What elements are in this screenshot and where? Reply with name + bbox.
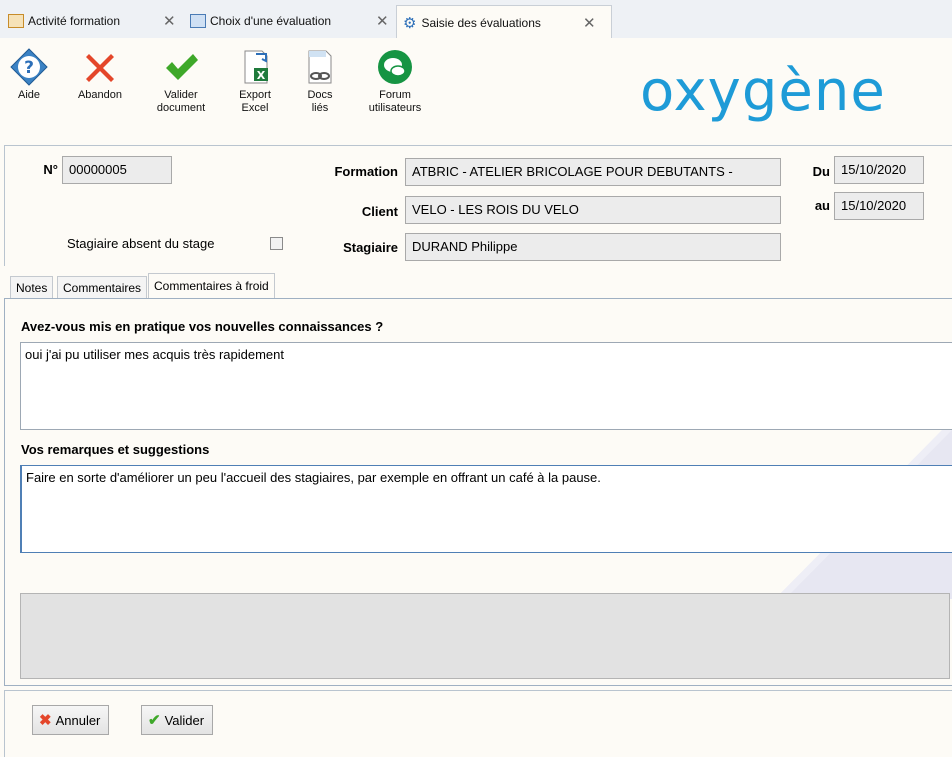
document-tab-bar: Activité formation ✕ Choix d'une évaluat… (0, 0, 952, 39)
svg-text:X: X (257, 69, 266, 82)
training-icon (8, 14, 24, 28)
abort-x-icon (81, 48, 119, 86)
stagiaire-field[interactable]: DURAND Philippe (405, 233, 781, 261)
answer-1-textarea[interactable]: oui j'ai pu utiliser mes acquis très rap… (20, 342, 952, 430)
tab-label: Saisie des évaluations (421, 15, 541, 30)
export-label-1: Export (239, 89, 271, 101)
tab-saisie-evaluations[interactable]: ⚙ Saisie des évaluations ✕ (396, 5, 612, 39)
close-icon[interactable]: ✕ (376, 12, 389, 30)
docs-label-2: liés (311, 102, 329, 114)
client-label: Client (361, 204, 398, 219)
stagiaire-label: Stagiaire (343, 240, 398, 255)
svg-text:?: ? (24, 58, 34, 78)
tab-notes[interactable]: Notes (10, 276, 54, 299)
end-date-field[interactable]: 15/10/2020 (834, 192, 924, 220)
tab-activite-formation[interactable]: Activité formation ✕ (8, 6, 176, 36)
validate-button[interactable]: ✔ Valider (141, 705, 214, 735)
oxygene-logo: oxygène (640, 59, 886, 124)
forum-label-1: Forum (379, 89, 411, 101)
question-2: Vos remarques et suggestions (21, 442, 210, 457)
absent-label: Stagiaire absent du stage (67, 236, 215, 251)
start-date-field[interactable]: 15/10/2020 (834, 156, 924, 184)
tab-label: Activité formation (28, 14, 121, 28)
disabled-area (20, 593, 950, 679)
linked-document-icon (301, 48, 339, 86)
cold-comments-panel: Avez-vous mis en pratique vos nouvelles … (4, 298, 952, 686)
checkmark-icon: ✔ (148, 712, 161, 729)
gears-icon: ⚙ (403, 14, 417, 32)
list-icon (190, 14, 206, 28)
absent-checkbox[interactable] (270, 237, 283, 250)
close-icon[interactable]: ✕ (163, 12, 176, 30)
tab-commentaires[interactable]: Commentaires (57, 276, 148, 299)
abort-label: Abandon (77, 89, 123, 101)
formation-field[interactable]: ATBRIC - ATELIER BRICOLAGE POUR DEBUTANT… (405, 158, 781, 186)
linked-docs-button[interactable]: Docs liés (285, 48, 355, 115)
client-field[interactable]: VELO - LES ROIS DU VELO (405, 196, 781, 224)
abort-button[interactable]: Abandon (65, 48, 135, 102)
au-label: au (814, 198, 830, 213)
export-label-2: Excel (241, 102, 269, 114)
validate-label-2: document (156, 102, 206, 114)
help-button[interactable]: ? Aide (0, 48, 64, 102)
tab-label: Choix d'une évaluation (210, 14, 332, 28)
help-label: Aide (17, 89, 41, 101)
tab-commentaires-a-froid[interactable]: Commentaires à froid (148, 273, 275, 300)
answer-2-textarea[interactable]: Faire en sorte d'améliorer un peu l'accu… (20, 465, 952, 553)
forum-label-2: utilisateurs (368, 102, 422, 114)
cancel-label: Annuler (55, 712, 101, 728)
evaluation-tabs: Notes Commentaires Commentaires à froid (4, 273, 952, 300)
cancel-icon: ✖ (39, 712, 52, 729)
validate-label: Valider (164, 712, 205, 728)
docs-label-1: Docs (307, 89, 333, 101)
close-icon[interactable]: ✕ (583, 14, 596, 32)
question-1: Avez-vous mis en pratique vos nouvelles … (21, 319, 384, 334)
formation-label: Formation (334, 164, 398, 179)
number-field[interactable]: 00000005 (62, 156, 172, 184)
number-label: N° (43, 162, 58, 177)
cancel-button[interactable]: ✖ Annuler (32, 705, 110, 735)
user-forum-button[interactable]: Forum utilisateurs (360, 48, 430, 115)
export-excel-button[interactable]: X Export Excel (220, 48, 290, 115)
excel-export-icon: X (236, 48, 274, 86)
tab-choix-evaluation[interactable]: Choix d'une évaluation ✕ (190, 6, 389, 36)
forum-chat-icon (376, 48, 414, 86)
validate-label-1: Valider (164, 89, 198, 101)
du-label: Du (812, 164, 830, 179)
checkmark-icon (162, 48, 200, 86)
help-icon: ? (10, 48, 48, 86)
validate-document-button[interactable]: Valider document (146, 48, 216, 115)
